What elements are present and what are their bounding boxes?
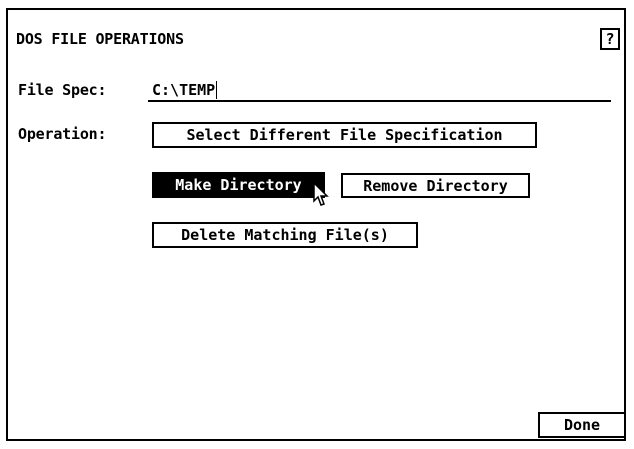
operation-label: Operation: <box>18 125 107 143</box>
dialog-title: DOS FILE OPERATIONS <box>16 30 184 48</box>
file-spec-value: C:\TEMP <box>152 81 218 99</box>
mouse-pointer-icon <box>313 182 329 206</box>
text-caret <box>216 81 218 99</box>
file-spec-text: C:\TEMP <box>152 81 216 99</box>
dos-file-operations-dialog: DOS FILE OPERATIONS ? File Spec: C:\TEMP… <box>6 8 626 441</box>
done-button[interactable]: Done <box>538 412 626 438</box>
file-spec-label: File Spec: <box>18 81 107 99</box>
help-button[interactable]: ? <box>600 28 620 50</box>
select-file-spec-button[interactable]: Select Different File Specification <box>152 122 537 148</box>
remove-directory-button[interactable]: Remove Directory <box>341 173 530 198</box>
delete-matching-files-button[interactable]: Delete Matching File(s) <box>152 222 418 248</box>
make-directory-button[interactable]: Make Directory <box>152 172 325 198</box>
file-spec-input[interactable]: C:\TEMP <box>148 80 611 102</box>
